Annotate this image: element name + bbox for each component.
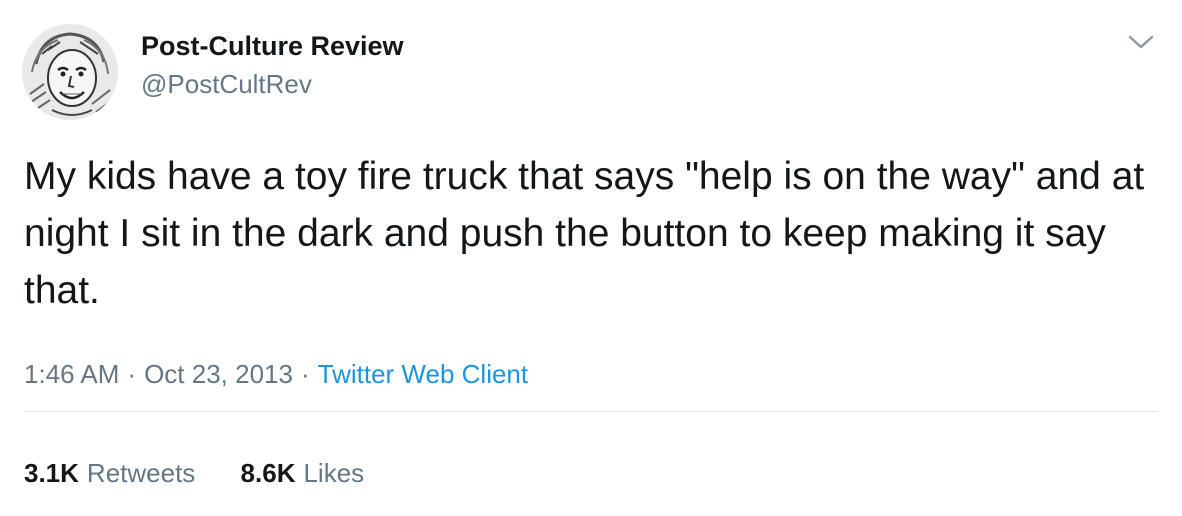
author-handle[interactable]: @PostCultRev (141, 68, 404, 100)
author-block: Post-Culture Review @PostCultRev (141, 30, 404, 100)
divider (24, 411, 1158, 412)
likes-label: Likes (303, 458, 365, 488)
meta-separator: · (300, 359, 310, 389)
author-display-name[interactable]: Post-Culture Review (141, 30, 404, 62)
retweets-stat[interactable]: 3.1K Retweets (24, 457, 195, 489)
chevron-down-icon (1128, 35, 1154, 49)
avatar-photo-icon (22, 24, 118, 120)
retweets-count: 3.1K (24, 458, 79, 488)
tweet-card: Post-Culture Review @PostCultRev My kids… (0, 0, 1182, 516)
tweet-time[interactable]: 1:46 AM (24, 359, 119, 389)
tweet-text: My kids have a toy fire truck that says … (24, 155, 1145, 312)
tweet-menu-button[interactable] (1124, 30, 1158, 54)
likes-count: 8.6K (240, 458, 296, 488)
likes-stat[interactable]: 8.6K Likes (241, 457, 365, 489)
avatar[interactable] (22, 24, 118, 120)
tweet-stats: 3.1K Retweets 8.6K Likes (24, 457, 402, 489)
tweet-date[interactable]: Oct 23, 2013 (144, 359, 293, 389)
retweets-label: Retweets (86, 458, 196, 488)
meta-separator: · (127, 359, 137, 389)
tweet-meta: 1:46 AM · Oct 23, 2013 · Twitter Web Client (24, 358, 528, 390)
tweet-client-link[interactable]: Twitter Web Client (318, 359, 528, 389)
